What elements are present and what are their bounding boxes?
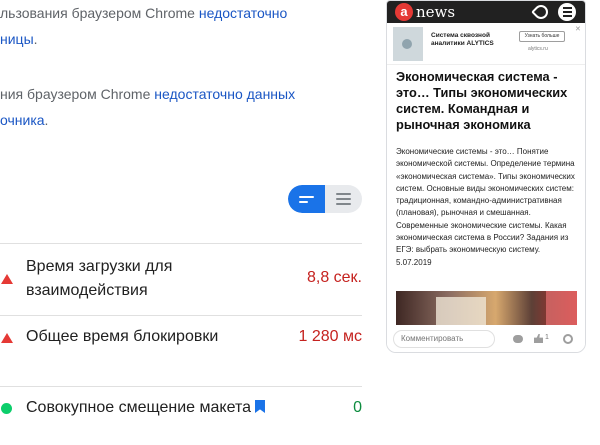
ad-image [393, 27, 423, 61]
rocket-icon [531, 2, 551, 22]
article-title: Экономическая система - это… Типы эконом… [396, 69, 568, 132]
origin-data-note-line: очника. [0, 110, 48, 130]
metric-name: взаимодействия [26, 282, 148, 299]
ad-banner: Система сквозной аналитики ALYTICS Узнат… [387, 23, 585, 65]
field-data-note-line: ницы. [0, 29, 38, 49]
article-body: Экономические системы - это… Понятие эко… [396, 146, 582, 269]
metric-value: 0 [353, 399, 362, 416]
metric-row-cls: Совокупное смещение макета 0 [0, 396, 362, 422]
article-date: 5.07.2019 [396, 257, 432, 267]
pass-circle-icon [1, 403, 12, 414]
metrics-view-toggle [288, 185, 362, 213]
article-image [396, 291, 577, 325]
compact-list-icon [299, 200, 308, 203]
insufficient-data-link[interactable]: недостаточно [199, 5, 287, 21]
fail-triangle-icon [1, 333, 13, 343]
comment-bar: Комментировать 1 [387, 326, 585, 352]
ad-site: alytics.ru [528, 46, 548, 52]
divider [0, 315, 362, 316]
chat-icon [513, 335, 523, 343]
metric-row-tbt: Общее время блокировки 1 280 мс [0, 325, 362, 351]
ad-title: Система сквозной аналитики ALYTICS [431, 32, 494, 47]
divider [0, 386, 362, 387]
site-logo-text: news [416, 3, 456, 21]
metric-name-text: Совокупное смещение макета [26, 399, 251, 416]
fail-triangle-icon [1, 274, 13, 284]
note-text: льзования браузером Chrome [0, 5, 199, 21]
metric-value: 8,8 сек. [306, 269, 362, 286]
field-data-note-line: льзования браузером Chrome недостаточно [0, 3, 287, 23]
note-punct: . [44, 112, 49, 128]
expanded-view-button[interactable] [325, 185, 362, 213]
site-header: a news [387, 1, 585, 23]
origin-data-note-line: ния браузером Chrome недостаточно данных [0, 84, 295, 104]
page-link[interactable]: ницы [0, 31, 34, 47]
compact-list-icon [299, 195, 314, 198]
divider [0, 243, 362, 244]
link-icon [563, 334, 573, 344]
metric-name: Общее время блокировки [26, 328, 219, 345]
final-screenshot: a news Система сквозной аналитики ALYTIC… [386, 0, 586, 353]
article-text: Экономические системы - это… Понятие эко… [396, 147, 575, 255]
expanded-list-icon [336, 193, 351, 195]
metric-value: 1 280 мс [298, 328, 362, 345]
expanded-list-icon [336, 203, 351, 205]
comment-input: Комментировать [393, 330, 495, 348]
compact-view-button[interactable] [288, 185, 325, 213]
note-text: ния браузером Chrome [0, 86, 155, 102]
like-count: 1 [545, 334, 549, 341]
metric-name: Время загрузки для [26, 258, 173, 275]
close-icon: ✕ [575, 26, 581, 33]
site-logo-icon: a [395, 3, 413, 21]
expanded-list-icon [336, 198, 351, 200]
menu-icon [558, 3, 576, 21]
metric-name: Совокупное смещение макета [26, 396, 265, 420]
source-link[interactable]: очника [0, 112, 45, 128]
metric-row-tti: Время загрузки для взаимодействия 8,8 се… [0, 255, 362, 305]
like-icon [534, 334, 543, 343]
bookmark-icon [254, 400, 265, 413]
note-punct: . [33, 31, 38, 47]
ad-cta-button: Узнать больше [519, 31, 565, 42]
insufficient-data-link[interactable]: недостаточно данных [154, 86, 295, 102]
